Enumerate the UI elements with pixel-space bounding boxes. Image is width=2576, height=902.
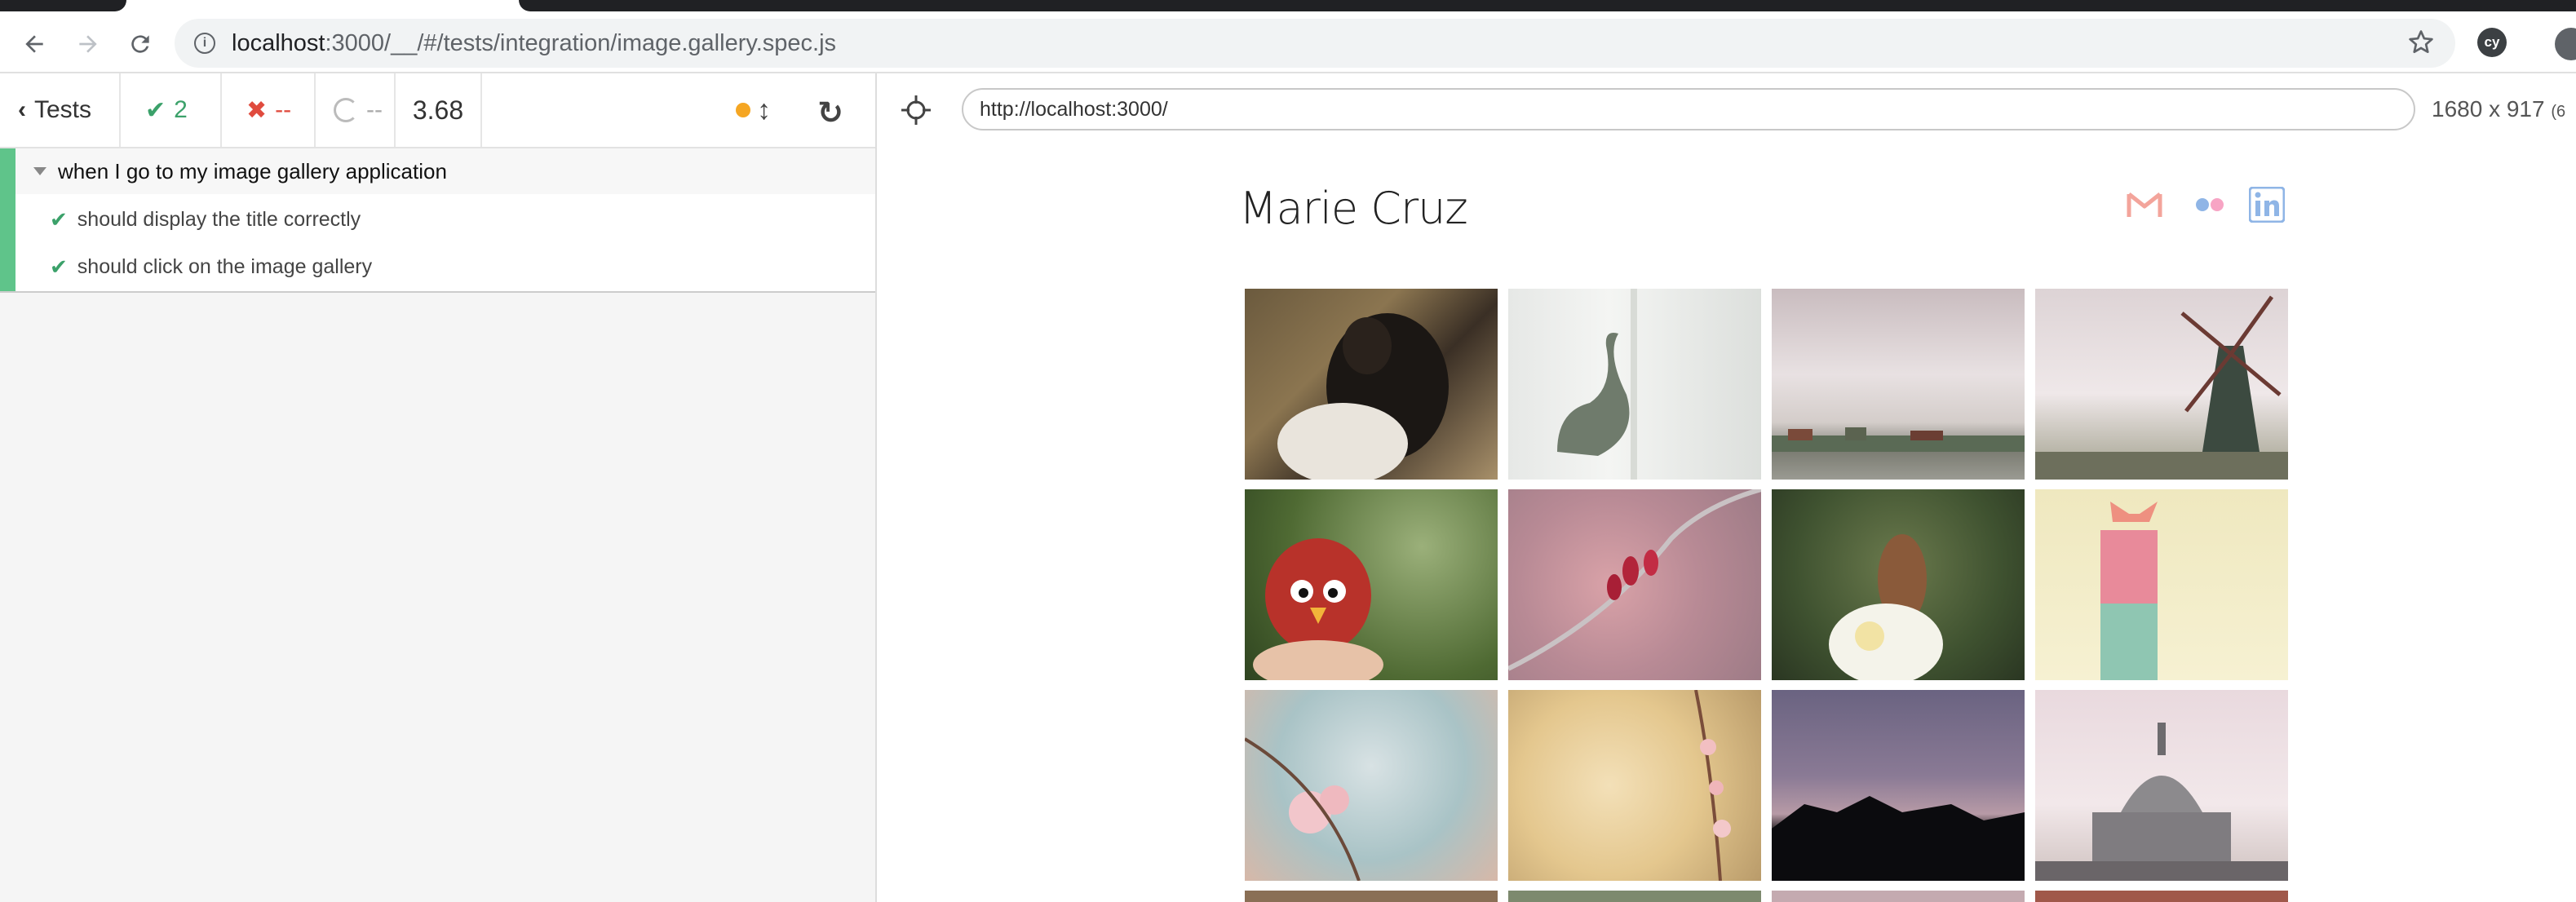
gallery-image-swan[interactable]	[1508, 289, 1761, 480]
viewport-size: 1680 x 917 (6	[2432, 96, 2566, 122]
address-url: localhost:3000/__/#/tests/integration/im…	[232, 30, 837, 56]
cypress-reporter: ‹ Tests ✔ 2 ✖ -- -- 3.68 ↕ ↻ when I go t…	[0, 73, 877, 902]
gallery-image-row4-4[interactable]	[2035, 891, 2288, 902]
gallery-image-origami-cat[interactable]	[2035, 489, 2288, 680]
gmail-icon[interactable]	[2127, 191, 2162, 219]
gallery-image-row4-1[interactable]	[1245, 891, 1498, 902]
running-indicator-icon	[736, 103, 750, 117]
linkedin-icon[interactable]	[2248, 186, 2286, 223]
collapse-caret-icon	[33, 167, 46, 175]
suite-title-row[interactable]: when I go to my image gallery applicatio…	[15, 148, 875, 194]
passed-count: 2	[174, 96, 188, 123]
browser-tab-strip	[0, 0, 2576, 11]
flickr-icon[interactable]	[2192, 191, 2228, 219]
failed-count: --	[275, 96, 292, 123]
gallery-image-st-pauls[interactable]	[2035, 690, 2288, 881]
failed-stat: ✖ --	[222, 73, 316, 147]
site-title: Marie Cruz	[1239, 183, 1468, 234]
gallery-image-origami-bird[interactable]	[1245, 489, 1498, 680]
gallery-image-windmill[interactable]	[2035, 289, 2288, 480]
duration: 3.68	[396, 73, 482, 147]
passed-stat: ✔ 2	[121, 73, 222, 147]
gallery-image-cherry-blossom[interactable]	[1245, 690, 1498, 881]
suite-title: when I go to my image gallery applicatio…	[58, 158, 447, 183]
gallery-image-row4-2[interactable]	[1508, 891, 1761, 902]
reload-icon[interactable]	[124, 28, 157, 60]
selector-playground-icon[interactable]	[900, 94, 932, 126]
gallery-image-row4-3[interactable]	[1772, 891, 2025, 902]
gallery-image-berries[interactable]	[1508, 489, 1761, 680]
gallery-image-blossom-branch[interactable]	[1508, 690, 1761, 881]
test-title: should display the title correctly	[77, 207, 361, 231]
suite-status-bar	[0, 148, 15, 291]
scroll-updown-icon: ↕	[757, 94, 771, 126]
gallery-image-dog[interactable]	[1245, 289, 1498, 480]
passed-check-icon: ✔	[50, 206, 68, 232]
account-avatar-icon[interactable]	[2555, 28, 2576, 60]
auto-scroll-toggle[interactable]: ↕	[726, 73, 771, 147]
address-bar[interactable]: i localhost:3000/__/#/tests/integration/…	[175, 19, 2455, 68]
pending-ring-icon	[334, 98, 358, 122]
pending-count: --	[366, 96, 383, 123]
bookmark-star-icon[interactable]	[2406, 28, 2436, 57]
chevron-left-icon: ‹	[18, 96, 26, 123]
gallery-image-butterfly[interactable]	[1772, 489, 2025, 680]
tests-button[interactable]: ‹ Tests	[0, 73, 121, 147]
test-item[interactable]: ✔ should display the title correctly	[15, 196, 875, 243]
test-title: should click on the image gallery	[77, 254, 373, 278]
passed-check-icon: ✔	[50, 254, 68, 279]
gallery-image-silhouette[interactable]	[1772, 690, 2025, 881]
browser-toolbar: i localhost:3000/__/#/tests/integration/…	[0, 11, 2576, 73]
tab-strip-left	[0, 0, 126, 11]
cypress-extension-icon[interactable]: cy	[2477, 28, 2507, 57]
app-preview: Marie Cruz	[879, 148, 2576, 902]
rerun-icon[interactable]: ↻	[817, 95, 843, 131]
tests-label: Tests	[34, 96, 92, 123]
test-suite: when I go to my image gallery applicatio…	[0, 148, 875, 293]
forward-arrow-icon[interactable]	[72, 28, 104, 60]
test-item[interactable]: ✔ should click on the image gallery	[15, 243, 875, 290]
check-icon: ✔	[145, 96, 166, 124]
site-info-icon[interactable]: i	[194, 33, 215, 54]
back-arrow-icon[interactable]	[18, 28, 51, 60]
pending-stat: --	[316, 73, 396, 147]
aut-url-field[interactable]: http://localhost:3000/	[962, 88, 2415, 130]
tab-strip-right	[519, 0, 2576, 11]
gallery-image-village[interactable]	[1772, 289, 2025, 480]
cross-icon: ✖	[246, 96, 268, 124]
reporter-header: ‹ Tests ✔ 2 ✖ -- -- 3.68 ↕ ↻	[0, 73, 875, 148]
